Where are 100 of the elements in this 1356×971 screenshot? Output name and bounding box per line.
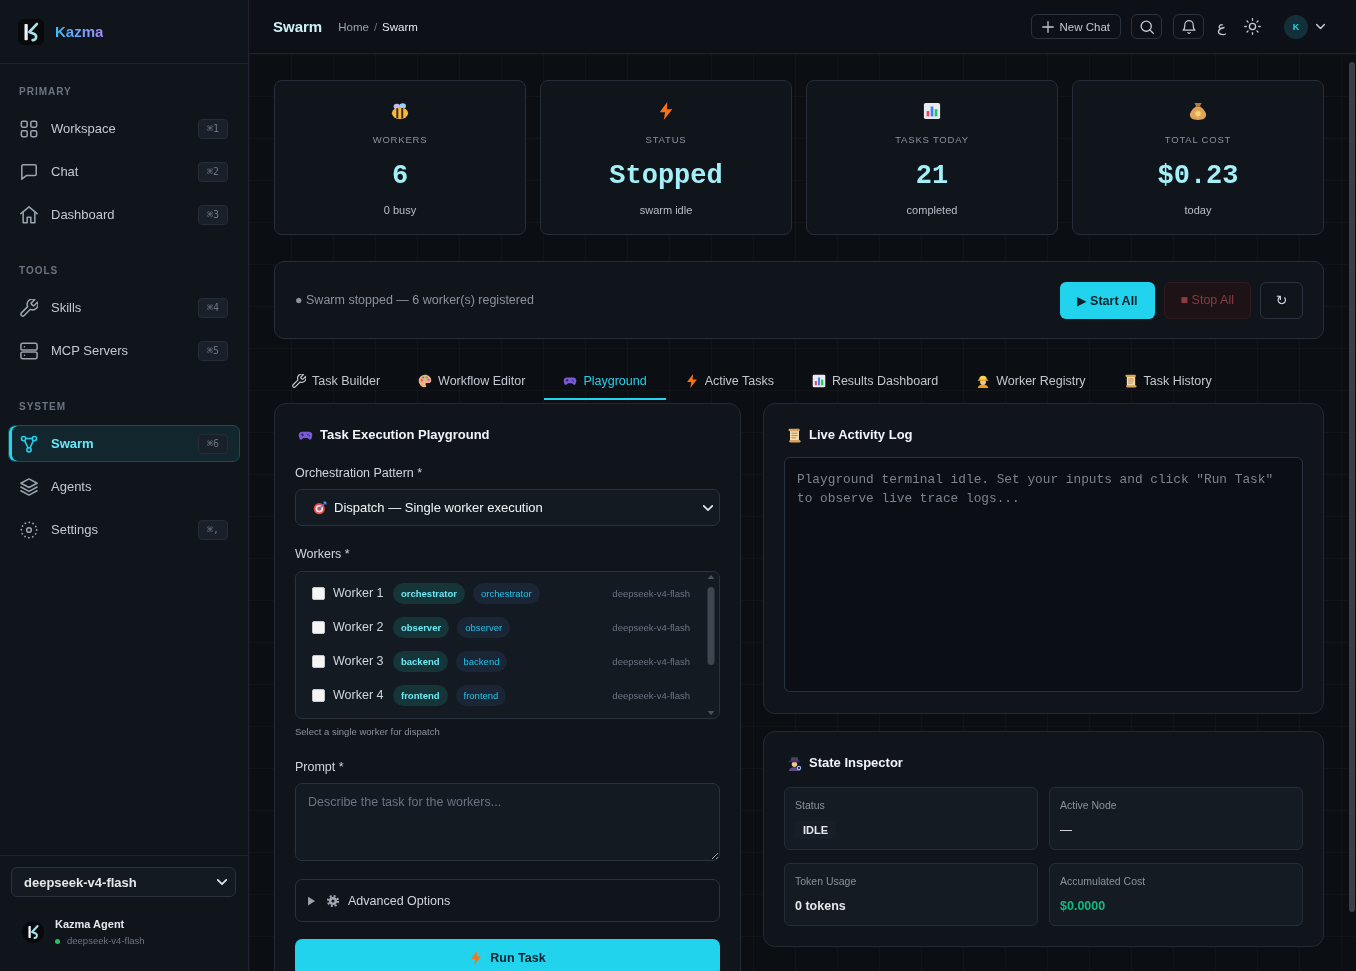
stat-note: swarm idle [639, 203, 693, 217]
scroll-icon [1123, 374, 1138, 388]
section-label: PRIMARY [18, 85, 73, 99]
skill-tag: observer [457, 616, 511, 638]
model-name: deepseek-v4-flash [612, 655, 690, 667]
page-scrollbar[interactable] [1349, 62, 1355, 912]
nav-item[interactable]: Chat ⌘2 [8, 153, 240, 190]
checkbox[interactable] [312, 586, 325, 600]
detective-icon [787, 755, 802, 771]
checkbox[interactable] [312, 654, 325, 668]
panel-title: State Inspector [809, 754, 903, 772]
nav-item[interactable]: Agents [8, 468, 240, 505]
nav-item[interactable]: Dashboard ⌘3 [8, 196, 240, 233]
status-badge: IDLE [795, 821, 837, 839]
sun-icon[interactable] [1244, 18, 1261, 35]
new-chat-button[interactable]: New Chat [1030, 14, 1122, 39]
grid-icon [20, 119, 38, 138]
stat-value: 21 [915, 160, 949, 193]
model-name: deepseek-v4-flash [612, 587, 690, 599]
lightning-icon [684, 374, 699, 388]
model-select[interactable]: deepseek-v4-flash [11, 867, 236, 897]
run-task-button[interactable]: Run Task [295, 939, 720, 971]
state-label: Status [795, 798, 826, 813]
search-button[interactable] [1131, 14, 1163, 39]
panel-title: Task Execution Playground [320, 426, 490, 444]
worker-name: Worker 3 [333, 654, 385, 668]
skill-tag: frontend [455, 684, 507, 706]
nav-item[interactable]: Skills ⌘4 [8, 289, 240, 326]
active-node-value: — [1060, 822, 1072, 839]
stat-label: WORKERS [372, 134, 428, 146]
start-button[interactable]: ▶ Start All [1060, 281, 1155, 319]
nav-item[interactable]: Workspace ⌘1 [8, 110, 240, 147]
nav-item[interactable]: Settings ⌘, [8, 511, 240, 548]
model-name: deepseek-v4-flash [612, 689, 690, 701]
tab[interactable]: Active Tasks [665, 364, 793, 400]
shortcut-key: ⌘4 [198, 297, 228, 318]
bell-icon [1181, 19, 1196, 34]
network-icon [20, 434, 38, 453]
tab[interactable]: Results Dashboard [792, 364, 958, 400]
scroll-icon [787, 427, 802, 443]
chevron-down-icon [703, 503, 713, 512]
tab[interactable]: Worker Registry [957, 364, 1105, 400]
section-label: TOOLS [18, 264, 60, 278]
home-icon [20, 205, 38, 224]
tab[interactable]: Task Builder [273, 364, 400, 400]
checkbox[interactable] [312, 620, 325, 634]
field-label: Orchestration Pattern * [295, 465, 424, 481]
role-tag: orchestrator [393, 582, 465, 604]
state-label: Accumulated Cost [1060, 874, 1147, 889]
nav-item[interactable]: MCP Servers ⌘5 [8, 332, 240, 369]
notifications-button[interactable] [1173, 14, 1205, 39]
prompt-field[interactable]: Describe the task for the workers... [295, 783, 720, 861]
agent-name: Kazma Agent [55, 917, 126, 931]
stat-note: today [1184, 203, 1212, 217]
token-count: 0 tokens [795, 898, 846, 915]
lightning-icon [657, 102, 675, 120]
role-tag: frontend [393, 684, 448, 706]
field-label: Prompt * [295, 759, 345, 775]
wrench-icon [292, 374, 306, 388]
skill-tag: orchestrator [472, 582, 540, 604]
pattern-select[interactable]: Dispatch — Single worker execution [295, 489, 720, 526]
tab[interactable]: Workflow Editor [399, 364, 545, 400]
bee-icon [391, 102, 409, 120]
stat-value: 6 [391, 160, 409, 193]
worker-name: Worker 1 [333, 586, 385, 600]
layers-icon [20, 477, 38, 496]
page-title: Swarm [273, 18, 323, 35]
user-avatar[interactable]: K [1284, 14, 1308, 39]
activity-log-output: Playground terminal idle. Set your inputs and click "Run Task" to observe live trace logs... [784, 457, 1303, 692]
tab[interactable]: Task History [1104, 364, 1231, 400]
chevron-down-icon [217, 878, 227, 886]
worker-name: Worker 2 [333, 620, 385, 634]
breadcrumb-link[interactable]: Swarm [382, 20, 418, 33]
stat-value: Stopped [609, 160, 723, 193]
money-bag-icon [1189, 102, 1207, 120]
target-icon [313, 500, 327, 515]
search-icon [1139, 19, 1154, 34]
language-toggle[interactable]: ع [1217, 16, 1226, 37]
hint-text: Select a single worker for dispatch [295, 725, 441, 739]
nav-item[interactable]: Swarm ⌘6 [8, 425, 240, 462]
worker-name: Worker 4 [333, 688, 385, 702]
breadcrumb-separator: / [373, 20, 378, 33]
wrench-icon [20, 298, 38, 317]
tab[interactable]: Playground [544, 364, 666, 400]
model-name: deepseek-v4-flash [612, 621, 690, 633]
bar-chart-icon [923, 102, 941, 120]
checkbox[interactable] [312, 688, 325, 702]
shortcut-key: ⌘5 [198, 340, 228, 361]
server-icon [20, 341, 38, 360]
shortcut-key: ⌘6 [198, 433, 228, 454]
chat-bubble-icon [20, 162, 38, 181]
breadcrumb-link[interactable]: Home [338, 20, 369, 33]
state-label: Active Node [1060, 798, 1118, 813]
stat-value: $0.23 [1157, 160, 1239, 193]
stat-note: 0 busy [383, 203, 417, 217]
stat-label: TOTAL COST [1164, 134, 1232, 146]
refresh-button[interactable]: ↻ [1260, 281, 1303, 319]
advanced-options-toggle[interactable]: Advanced Options [295, 879, 720, 922]
chevron-down-icon[interactable] [1316, 23, 1325, 30]
section-label: SYSTEM [18, 400, 68, 414]
